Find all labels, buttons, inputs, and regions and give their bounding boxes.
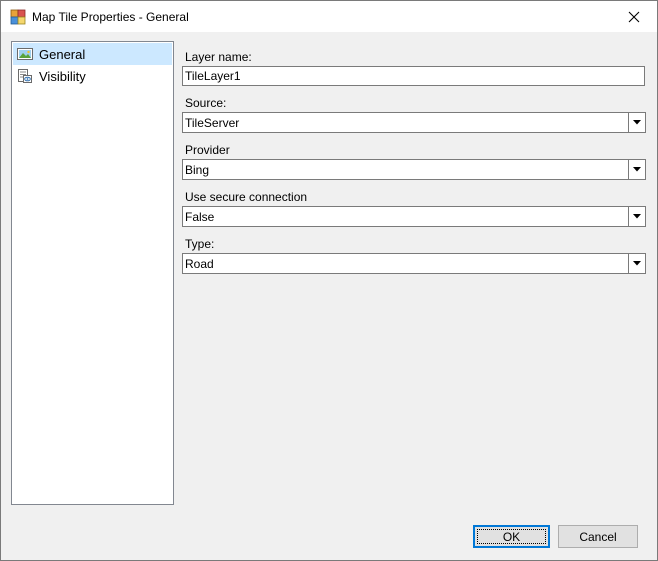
secure-connection-label: Use secure connection — [185, 190, 308, 204]
close-button[interactable] — [611, 1, 657, 32]
provider-dropdown-button[interactable] — [628, 160, 645, 179]
type-dropdown-button[interactable] — [628, 254, 645, 273]
chevron-down-icon — [633, 167, 641, 172]
type-label: Type: — [185, 237, 215, 251]
nav-item-label: Visibility — [39, 68, 86, 84]
type-value: Road — [185, 257, 214, 271]
close-icon — [628, 11, 640, 22]
page-list[interactable]: General Visibility — [11, 41, 174, 505]
visibility-icon — [18, 69, 32, 83]
nav-item-visibility[interactable]: Visibility — [13, 65, 172, 87]
source-label: Source: — [185, 96, 227, 110]
ok-button[interactable]: OK — [473, 525, 550, 548]
provider-value: Bing — [185, 163, 210, 177]
chevron-down-icon — [633, 120, 641, 125]
secure-connection-value: False — [185, 210, 215, 224]
cancel-button[interactable]: Cancel — [558, 525, 638, 548]
title-bar[interactable]: Map Tile Properties - General — [1, 1, 657, 32]
secure-connection-dropdown[interactable]: False — [182, 206, 646, 227]
provider-dropdown[interactable]: Bing — [182, 159, 646, 180]
nav-item-general[interactable]: General — [13, 43, 172, 65]
map-layer-icon — [17, 48, 33, 60]
dialog-window: Map Tile Properties - General General Vi… — [0, 0, 658, 561]
source-value: TileServer — [185, 116, 240, 130]
source-dropdown[interactable]: TileServer — [182, 112, 646, 133]
app-icon — [10, 9, 26, 25]
nav-item-label: General — [39, 46, 86, 62]
source-dropdown-button[interactable] — [628, 113, 645, 132]
layer-name-input[interactable] — [182, 66, 645, 86]
chevron-down-icon — [633, 214, 641, 219]
type-dropdown[interactable]: Road — [182, 253, 646, 274]
provider-label: Provider — [185, 143, 230, 157]
layer-name-label: Layer name: — [185, 50, 252, 64]
secure-connection-dropdown-button[interactable] — [628, 207, 645, 226]
window-title: Map Tile Properties - General — [32, 10, 189, 24]
chevron-down-icon — [633, 261, 641, 266]
